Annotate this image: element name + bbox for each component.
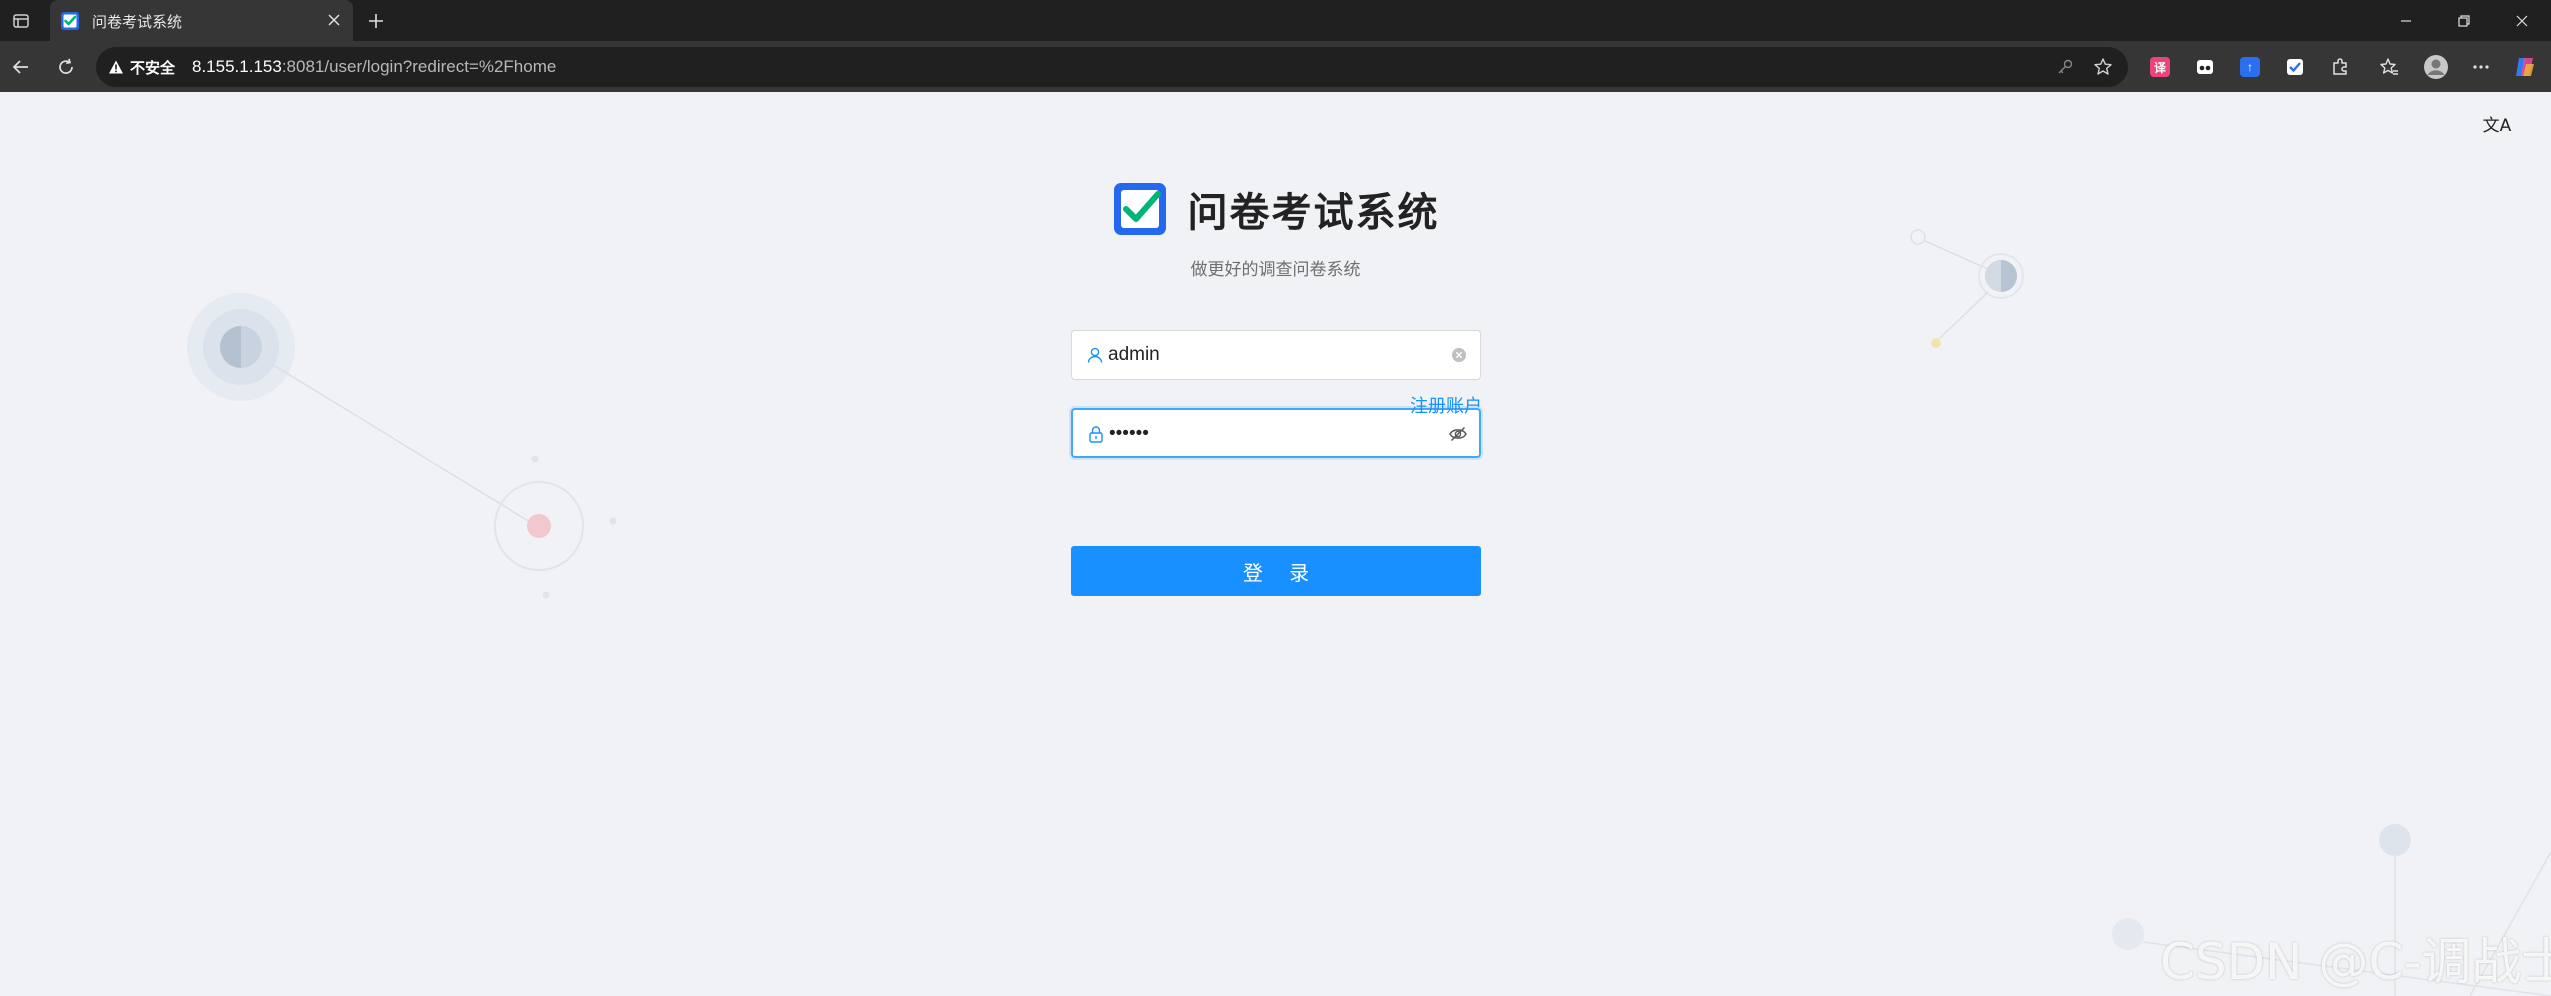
eye-invisible-icon[interactable] (1447, 423, 1469, 445)
warning-icon (109, 60, 123, 74)
extension-icon[interactable] (2189, 51, 2221, 83)
copilot-icon[interactable] (2509, 51, 2541, 83)
favorites-icon[interactable] (2373, 51, 2405, 83)
tab-active[interactable]: 问卷考试系统 (50, 0, 353, 41)
back-icon[interactable] (5, 51, 37, 83)
tab-title: 问卷考试系统 (92, 13, 183, 31)
url-path: :8081/user/login?redirect=%2Fhome (281, 57, 557, 76)
extension-icon-blue[interactable]: ↑ (2234, 51, 2266, 83)
security-indicator[interactable]: 不安全 (108, 56, 175, 78)
user-icon (1085, 345, 1105, 365)
security-label: 不安全 (130, 58, 176, 77)
restore-icon[interactable] (2435, 0, 2493, 41)
login-button[interactable]: 登 录 (1071, 546, 1481, 596)
register-link[interactable]: 注册账户 (1410, 392, 1482, 418)
profile-avatar-icon[interactable] (2420, 51, 2452, 83)
language-switch-glyph: 文A (2482, 115, 2512, 136)
page-viewport: 文A 问卷考试系统 做更好的调查问卷系统 注册账户 登 (0, 92, 2551, 996)
close-tab-icon[interactable] (323, 9, 345, 31)
username-input[interactable] (1108, 339, 1438, 371)
more-menu-icon[interactable] (2465, 51, 2497, 83)
extensions-puzzle-icon[interactable] (2324, 51, 2356, 83)
watermark: CSDN @C-调战士 (2160, 933, 2551, 991)
translate-extension-icon[interactable]: 译 (2144, 51, 2176, 83)
logo-icon (1113, 183, 1166, 235)
tab-actions-icon[interactable] (6, 6, 36, 36)
favicon-icon (60, 11, 80, 31)
lock-icon (1086, 424, 1106, 444)
clear-icon[interactable] (1448, 344, 1470, 366)
language-switch-icon[interactable]: 文A (2482, 108, 2512, 138)
window-controls (2377, 0, 2551, 41)
browser-tab-strip: 问卷考试系统 (0, 0, 2551, 41)
url-text[interactable]: 8.155.1.153:8081/user/login?redirect=%2F… (192, 57, 556, 77)
close-window-icon[interactable] (2493, 0, 2551, 41)
refresh-icon[interactable] (50, 51, 82, 83)
password-input[interactable] (1109, 418, 1439, 450)
extension-icon-check[interactable] (2279, 51, 2311, 83)
brand: 问卷考试系统 (1112, 180, 1440, 238)
address-bar[interactable]: 不安全 8.155.1.153:8081/user/login?redirect… (96, 47, 2128, 87)
app-title: 问卷考试系统 (1187, 190, 1440, 236)
username-field[interactable] (1071, 330, 1481, 380)
url-host: 8.155.1.153 (192, 57, 282, 76)
favorite-star-icon[interactable] (2092, 56, 2114, 78)
new-tab-icon[interactable] (360, 5, 392, 37)
key-icon[interactable] (2054, 56, 2076, 78)
app-subtitle: 做更好的调查问卷系统 (1190, 260, 1361, 280)
minimize-icon[interactable] (2377, 0, 2435, 41)
browser-toolbar: 不安全 8.155.1.153:8081/user/login?redirect… (0, 41, 2551, 92)
login-header: 问卷考试系统 (0, 180, 2551, 242)
